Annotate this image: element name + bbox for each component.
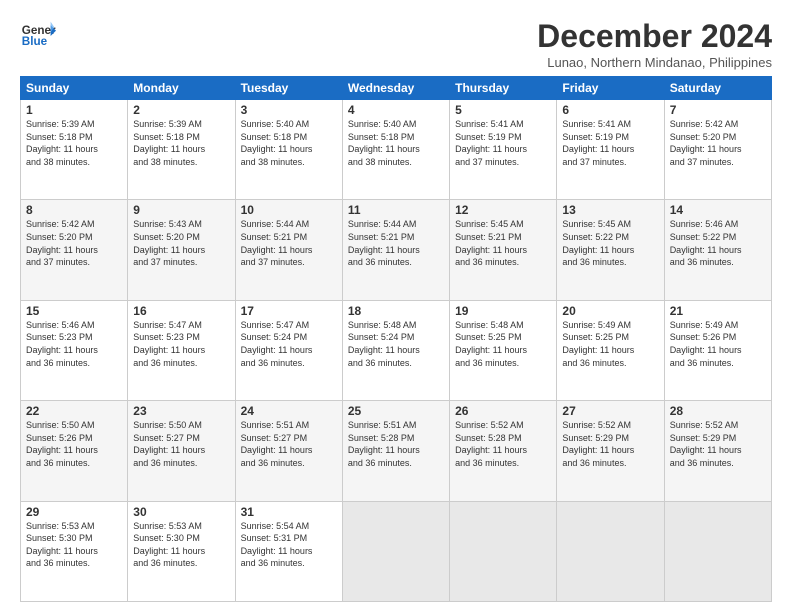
day-27: 27 Sunrise: 5:52 AMSunset: 5:29 PMDaylig… <box>557 401 664 501</box>
empty-cell <box>557 501 664 601</box>
col-wednesday: Wednesday <box>342 77 449 100</box>
header: General Blue December 2024 Lunao, Northe… <box>20 18 772 70</box>
day-24: 24 Sunrise: 5:51 AMSunset: 5:27 PMDaylig… <box>235 401 342 501</box>
day-6: 6 Sunrise: 5:41 AMSunset: 5:19 PMDayligh… <box>557 100 664 200</box>
day-31: 31 Sunrise: 5:54 AMSunset: 5:31 PMDaylig… <box>235 501 342 601</box>
day-19: 19 Sunrise: 5:48 AMSunset: 5:25 PMDaylig… <box>450 300 557 400</box>
day-28: 28 Sunrise: 5:52 AMSunset: 5:29 PMDaylig… <box>664 401 771 501</box>
day-18: 18 Sunrise: 5:48 AMSunset: 5:24 PMDaylig… <box>342 300 449 400</box>
day-9: 9 Sunrise: 5:43 AMSunset: 5:20 PMDayligh… <box>128 200 235 300</box>
table-row: 1 Sunrise: 5:39 AMSunset: 5:18 PMDayligh… <box>21 100 772 200</box>
day-21: 21 Sunrise: 5:49 AMSunset: 5:26 PMDaylig… <box>664 300 771 400</box>
empty-cell <box>664 501 771 601</box>
day-29: 29 Sunrise: 5:53 AMSunset: 5:30 PMDaylig… <box>21 501 128 601</box>
day-8: 8 Sunrise: 5:42 AMSunset: 5:20 PMDayligh… <box>21 200 128 300</box>
logo-icon: General Blue <box>20 18 56 54</box>
day-2: 2 Sunrise: 5:39 AMSunset: 5:18 PMDayligh… <box>128 100 235 200</box>
month-title: December 2024 <box>537 18 772 55</box>
day-10: 10 Sunrise: 5:44 AMSunset: 5:21 PMDaylig… <box>235 200 342 300</box>
day-30: 30 Sunrise: 5:53 AMSunset: 5:30 PMDaylig… <box>128 501 235 601</box>
col-monday: Monday <box>128 77 235 100</box>
empty-cell <box>342 501 449 601</box>
calendar-header-row: Sunday Monday Tuesday Wednesday Thursday… <box>21 77 772 100</box>
day-20: 20 Sunrise: 5:49 AMSunset: 5:25 PMDaylig… <box>557 300 664 400</box>
day-1: 1 Sunrise: 5:39 AMSunset: 5:18 PMDayligh… <box>21 100 128 200</box>
col-tuesday: Tuesday <box>235 77 342 100</box>
day-14: 14 Sunrise: 5:46 AMSunset: 5:22 PMDaylig… <box>664 200 771 300</box>
day-3: 3 Sunrise: 5:40 AMSunset: 5:18 PMDayligh… <box>235 100 342 200</box>
day-26: 26 Sunrise: 5:52 AMSunset: 5:28 PMDaylig… <box>450 401 557 501</box>
table-row: 8 Sunrise: 5:42 AMSunset: 5:20 PMDayligh… <box>21 200 772 300</box>
table-row: 15 Sunrise: 5:46 AMSunset: 5:23 PMDaylig… <box>21 300 772 400</box>
day-17: 17 Sunrise: 5:47 AMSunset: 5:24 PMDaylig… <box>235 300 342 400</box>
day-5: 5 Sunrise: 5:41 AMSunset: 5:19 PMDayligh… <box>450 100 557 200</box>
page: General Blue December 2024 Lunao, Northe… <box>0 0 792 612</box>
day-15: 15 Sunrise: 5:46 AMSunset: 5:23 PMDaylig… <box>21 300 128 400</box>
table-row: 22 Sunrise: 5:50 AMSunset: 5:26 PMDaylig… <box>21 401 772 501</box>
logo: General Blue <box>20 18 60 54</box>
day-23: 23 Sunrise: 5:50 AMSunset: 5:27 PMDaylig… <box>128 401 235 501</box>
location-subtitle: Lunao, Northern Mindanao, Philippines <box>537 55 772 70</box>
col-friday: Friday <box>557 77 664 100</box>
day-25: 25 Sunrise: 5:51 AMSunset: 5:28 PMDaylig… <box>342 401 449 501</box>
day-22: 22 Sunrise: 5:50 AMSunset: 5:26 PMDaylig… <box>21 401 128 501</box>
col-sunday: Sunday <box>21 77 128 100</box>
day-7: 7 Sunrise: 5:42 AMSunset: 5:20 PMDayligh… <box>664 100 771 200</box>
empty-cell <box>450 501 557 601</box>
table-row: 29 Sunrise: 5:53 AMSunset: 5:30 PMDaylig… <box>21 501 772 601</box>
day-13: 13 Sunrise: 5:45 AMSunset: 5:22 PMDaylig… <box>557 200 664 300</box>
day-11: 11 Sunrise: 5:44 AMSunset: 5:21 PMDaylig… <box>342 200 449 300</box>
day-4: 4 Sunrise: 5:40 AMSunset: 5:18 PMDayligh… <box>342 100 449 200</box>
calendar-table: Sunday Monday Tuesday Wednesday Thursday… <box>20 76 772 602</box>
col-thursday: Thursday <box>450 77 557 100</box>
day-12: 12 Sunrise: 5:45 AMSunset: 5:21 PMDaylig… <box>450 200 557 300</box>
svg-text:Blue: Blue <box>22 35 48 48</box>
col-saturday: Saturday <box>664 77 771 100</box>
day-16: 16 Sunrise: 5:47 AMSunset: 5:23 PMDaylig… <box>128 300 235 400</box>
title-block: December 2024 Lunao, Northern Mindanao, … <box>537 18 772 70</box>
